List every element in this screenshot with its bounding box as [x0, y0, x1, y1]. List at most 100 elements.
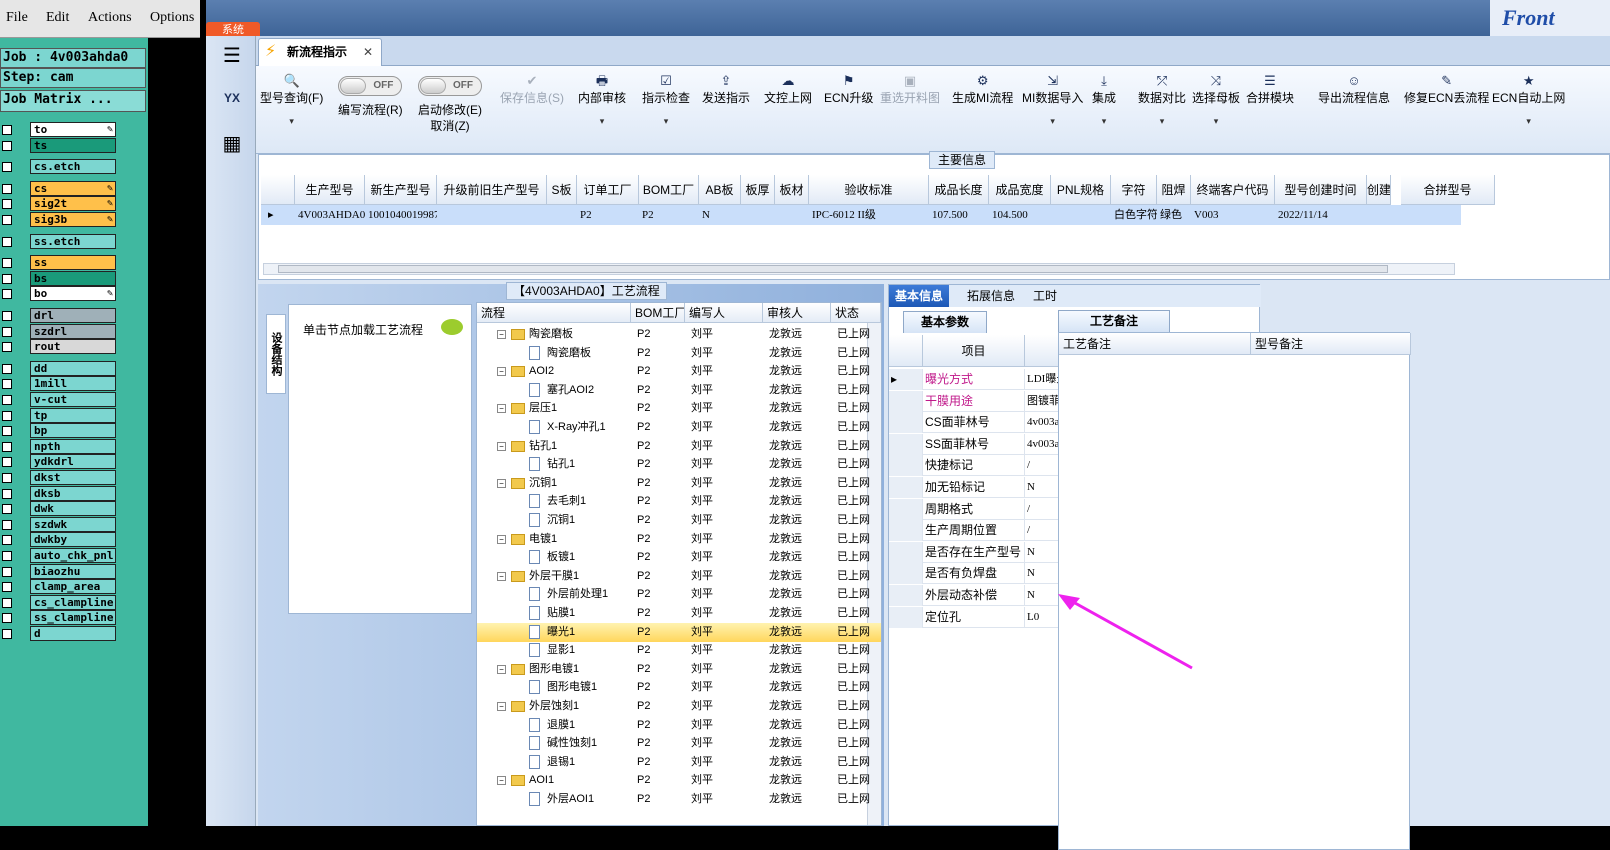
tree-row[interactable]: 钻孔1 P2 刘平 龙敦远 已上网 — [477, 455, 881, 474]
layer-checkbox[interactable] — [2, 504, 12, 515]
tree-row[interactable]: 退膜1 P2 刘平 龙敦远 已上网 — [477, 716, 881, 735]
layer-name[interactable]: cs ✎ — [30, 180, 116, 196]
expander-icon[interactable]: − — [497, 404, 506, 414]
layer-row[interactable]: clamp_area — [0, 579, 118, 595]
layer-row[interactable]: ss_clampline — [0, 610, 118, 626]
ribbon-btn-4[interactable]: 🖶 内部审核 ▾ — [578, 72, 626, 148]
layer-row[interactable]: auto_chk_pnl — [0, 548, 118, 563]
cell[interactable] — [741, 205, 775, 225]
tree-row[interactable]: 塞孔AOI2 P2 刘平 龙敦远 已上网 — [477, 381, 881, 400]
layer-checkbox[interactable] — [2, 551, 12, 561]
cell[interactable]: 绿色 — [1157, 205, 1191, 225]
col-header[interactable]: S板 — [547, 175, 577, 205]
layer-checkbox[interactable] — [2, 566, 12, 577]
dropdown-arrow-icon[interactable]: ▾ — [260, 114, 323, 128]
cell[interactable] — [547, 205, 577, 225]
tree-col-header[interactable]: 审核人 — [763, 303, 831, 323]
col-header[interactable]: 合拼型号 — [1401, 175, 1495, 205]
layer-name[interactable]: ss — [30, 255, 116, 271]
layer-name[interactable]: cs.etch — [30, 159, 116, 175]
menu-options[interactable]: Options — [150, 10, 194, 26]
layer-name[interactable]: drl — [30, 308, 116, 323]
param-col-header[interactable]: 项目 — [923, 335, 1025, 367]
layer-name[interactable]: biaozhu — [30, 563, 116, 579]
layer-name[interactable]: dwkby — [30, 532, 116, 548]
layer-name[interactable]: bo ✎ — [30, 286, 116, 302]
tree-row[interactable]: 碱性蚀刻1 P2 刘平 龙敦远 已上网 — [477, 734, 881, 753]
ribbon-btn-9[interactable]: ▣ 重选开料图 — [880, 72, 940, 148]
horizontal-scrollbar[interactable] — [263, 263, 1455, 275]
tab-basic-info[interactable]: 基本信息 — [889, 285, 950, 307]
tree-row[interactable]: 显影1 P2 刘平 龙敦远 已上网 — [477, 641, 881, 660]
close-icon[interactable]: ✕ — [363, 39, 373, 65]
layer-name[interactable]: dksb — [30, 485, 116, 501]
layer-row[interactable]: drl — [0, 308, 118, 323]
dropdown-arrow-icon[interactable]: ▾ — [1492, 114, 1565, 128]
layer-name[interactable]: to ✎ — [30, 122, 116, 137]
layer-checkbox[interactable] — [2, 215, 12, 225]
expander-icon[interactable]: − — [497, 478, 506, 488]
tree-col-header[interactable]: BOM工厂 — [631, 303, 685, 323]
ribbon-btn-11[interactable]: ⇲ MI数据导入 ▾ — [1022, 72, 1083, 148]
layer-row[interactable]: ss.etch — [0, 233, 118, 249]
expander-icon[interactable]: − — [497, 367, 506, 377]
expander-icon[interactable]: − — [497, 534, 506, 544]
layer-checkbox[interactable] — [2, 311, 12, 321]
ribbon-btn-6[interactable]: ⇪ 发送指示 — [702, 72, 750, 148]
ribbon-btn-5[interactable]: ☑ 指示检查 ▾ — [642, 72, 690, 148]
tree-row[interactable]: 板镀1 P2 刘平 龙敦远 已上网 — [477, 548, 881, 567]
ribbon-btn-0[interactable]: 🔍 型号查询(F) ▾ — [260, 72, 323, 148]
layer-checkbox[interactable] — [2, 613, 12, 624]
dropdown-arrow-icon[interactable]: ▾ — [578, 114, 626, 128]
tree-row[interactable]: 外层AOI1 P2 刘平 龙敦远 已上网 — [477, 790, 881, 809]
col-header[interactable]: 板厚 — [741, 175, 775, 205]
layer-row[interactable]: biaozhu — [0, 563, 118, 579]
layer-name[interactable]: clamp_area — [30, 579, 116, 595]
factory-icon[interactable]: YX — [214, 82, 250, 114]
layer-checkbox[interactable] — [2, 519, 12, 530]
col-header[interactable]: 板材 — [775, 175, 809, 205]
dropdown-arrow-icon[interactable]: ▾ — [642, 114, 690, 128]
layer-checkbox[interactable] — [2, 426, 12, 437]
layer-checkbox[interactable] — [2, 140, 12, 151]
layer-row[interactable]: v-cut — [0, 392, 118, 407]
tree-row[interactable]: − 外层干膜1 P2 刘平 龙敦远 已上网 — [477, 567, 881, 586]
cell[interactable] — [437, 205, 547, 225]
layer-name[interactable]: ss.etch — [30, 233, 116, 249]
layer-checkbox[interactable] — [2, 488, 12, 499]
layer-name[interactable]: sig3b ✎ — [30, 212, 116, 227]
col-header[interactable]: 订单工厂 — [577, 175, 639, 205]
ribbon-btn-15[interactable]: ☰ 合拼模块 — [1246, 72, 1294, 148]
layer-checkbox[interactable] — [2, 597, 12, 608]
layer-row[interactable]: d — [0, 626, 118, 641]
col-header[interactable]: 成品长度 — [929, 175, 989, 205]
off-toggle[interactable]: OFF — [418, 76, 482, 96]
job-matrix-button[interactable]: Job Matrix ... — [0, 90, 146, 112]
layer-name[interactable]: dd — [30, 360, 116, 376]
layer-row[interactable]: bs — [0, 270, 118, 286]
layer-name[interactable]: dwk — [30, 501, 116, 517]
layer-name[interactable]: bs — [30, 270, 116, 286]
layer-row[interactable]: cs_clampline — [0, 594, 118, 610]
col-header[interactable]: 验收标准 — [809, 175, 929, 205]
layer-name[interactable]: bp — [30, 423, 116, 439]
cell[interactable] — [1051, 205, 1111, 225]
tab-process-notes[interactable]: 工艺备注 — [1058, 310, 1170, 332]
col-header[interactable]: 字符 — [1111, 175, 1157, 205]
layer-row[interactable]: rout — [0, 339, 118, 355]
cell[interactable]: 107.500 — [929, 205, 989, 225]
ribbon-btn-2[interactable]: OFF 启动修改(E) 取消(Z) — [418, 72, 482, 148]
layer-checkbox[interactable] — [2, 258, 12, 269]
tree-col-header[interactable]: 流程 — [477, 303, 631, 323]
layer-checkbox[interactable] — [2, 473, 12, 483]
tree-row[interactable]: − 层压1 P2 刘平 龙敦远 已上网 — [477, 399, 881, 418]
tree-row[interactable]: 退锡1 P2 刘平 龙敦远 已上网 — [477, 753, 881, 772]
col-header[interactable]: BOM工厂 — [639, 175, 699, 205]
tree-col-header[interactable]: 编写人 — [685, 303, 763, 323]
menu-file[interactable]: File — [6, 10, 28, 26]
cell[interactable]: V003 — [1191, 205, 1275, 225]
col-header[interactable]: PNL规格 — [1051, 175, 1111, 205]
layer-checkbox[interactable] — [2, 342, 12, 353]
layer-name[interactable]: 1mill — [30, 376, 116, 392]
cell[interactable] — [1401, 205, 1495, 225]
